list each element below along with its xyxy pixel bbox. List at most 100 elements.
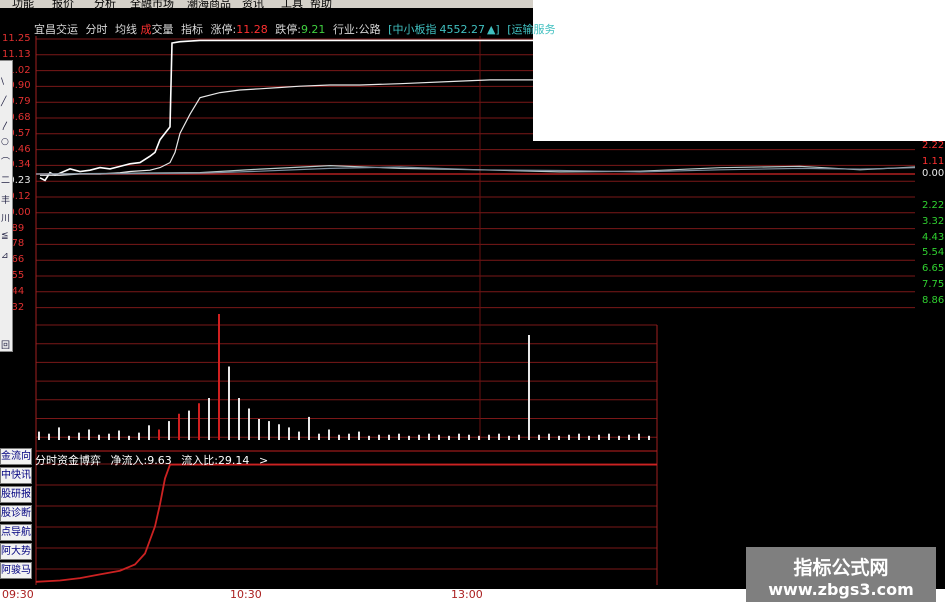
capital-flow-header: 分时资金博弈 净流入:9.63 流入比:29.14 > [35, 452, 268, 468]
volume-bar [578, 433, 580, 440]
avg-line-label[interactable]: 均线 [115, 23, 137, 36]
volume-bar [328, 429, 330, 440]
volume-bar [278, 424, 280, 440]
volume-bar [558, 435, 560, 440]
box-tool-icon[interactable]: 回 [1, 338, 10, 351]
volume-bar [368, 435, 370, 440]
net-inflow-value: 9.63 [147, 454, 172, 467]
volume-bar [628, 434, 630, 440]
tab-market-trend[interactable]: 阿大势 [0, 543, 32, 560]
volume-bar [98, 434, 100, 440]
volume-bar [598, 434, 600, 440]
percent-tick-label: 6.65 [922, 263, 945, 275]
gann-tool-icon[interactable]: 川 [1, 211, 10, 224]
price-tick-label: 11.13 [2, 48, 31, 60]
industry-label[interactable]: 行业:公路 [333, 23, 381, 36]
volume-bar [518, 434, 520, 440]
indicator-label[interactable]: 指标 [181, 23, 203, 36]
net-inflow-label: 净流入: [110, 454, 148, 467]
index-name[interactable]: [中小板指 [388, 23, 436, 36]
volume-bar [448, 435, 450, 440]
volume-bar [318, 433, 320, 440]
tab-stock-diagnosis[interactable]: 股诊断 [0, 505, 32, 522]
volume-bar [188, 410, 190, 440]
volume-bar [488, 434, 490, 440]
capital-flow-title[interactable]: 分时资金博弈 [35, 454, 101, 467]
limit-down-label: 跌停: [275, 23, 301, 36]
tab-capital-flow[interactable]: 金流向 [0, 448, 32, 465]
volume-bar [288, 427, 290, 440]
volume-bar [638, 433, 640, 440]
time-axis-bar [0, 589, 659, 609]
volume-bar [568, 434, 570, 440]
percent-tick-label: 8.86 [922, 294, 945, 306]
triangle-tool-icon[interactable]: ⊿ [1, 251, 9, 261]
volume-bar [48, 433, 50, 440]
volume-bar [338, 434, 340, 440]
volume-bar [438, 434, 440, 440]
percent-tick-label: 7.75 [922, 279, 945, 290]
watermark-title: 指标公式网 [793, 557, 889, 579]
tab-research-report[interactable]: 股研报 [0, 486, 32, 503]
volume-bar [128, 435, 130, 440]
circle-tool-icon[interactable]: ○ [1, 137, 9, 147]
tab-navigation[interactable]: 点导航 [0, 524, 32, 541]
ray-tool-icon[interactable]: ╱ [1, 97, 6, 107]
volume-bar [398, 433, 400, 440]
volume-bar [268, 421, 270, 440]
parallel-tool-icon[interactable]: 二 [1, 173, 10, 186]
tab-dark-horse[interactable]: 阿骏马 [0, 562, 32, 579]
volume-bars [38, 314, 650, 440]
volume-bar [218, 314, 220, 440]
trading-screen: 功能 报价 分析 全融市场 潮海商品 资讯 工具 帮助 宜昌交运 分时 均线 成… [0, 0, 945, 609]
index-value: 4552.27 [439, 23, 485, 36]
volume-bar [608, 433, 610, 440]
chart-series [35, 39, 916, 583]
percent-tick-label: 2.22 [922, 200, 945, 211]
view-label[interactable]: 分时 [86, 23, 108, 36]
volume-bar [118, 430, 120, 440]
volume-bar [588, 435, 590, 440]
volume-bar [508, 435, 510, 440]
volume-bar [78, 432, 80, 440]
stock-info-bar: 宜昌交运 分时 均线 成交量 指标 涨停:11.28 跌停:9.21 行业:公路… [34, 21, 560, 37]
volume-bar [68, 435, 70, 440]
volume-bar [238, 398, 240, 440]
volume-bar [428, 433, 430, 440]
volume-bar [648, 435, 650, 440]
volume-bar [158, 429, 160, 440]
volume-bar [108, 433, 110, 440]
volume-bar [298, 431, 300, 440]
volume-bar [528, 335, 530, 440]
volume-prefix: 成 [140, 23, 152, 36]
sector-label[interactable]: [运输服务 [507, 23, 555, 36]
percent-tick-label: 5.54 [922, 247, 945, 259]
volume-bar [168, 421, 170, 440]
stock-name[interactable]: 宜昌交运 [34, 23, 78, 36]
volume-bar [198, 403, 200, 440]
channel-tool-icon[interactable]: 丰 [1, 193, 10, 206]
tab-news-flash[interactable]: 中快讯 [0, 467, 32, 484]
capital-flow-line [35, 463, 657, 583]
percent-tick-label: 0.00 [922, 168, 945, 179]
limit-up-label: 涨停: [210, 23, 237, 36]
next-arrow-icon[interactable]: > [259, 454, 268, 467]
index-line [35, 166, 916, 175]
watermark-url: www.zbgs3.com [768, 580, 914, 599]
volume-label[interactable]: 交量 [152, 23, 174, 36]
volume-bar [478, 435, 480, 440]
inflow-ratio-label: 流入比: [181, 454, 218, 467]
volume-bar [138, 432, 140, 440]
fan-tool-icon[interactable]: ≦ [1, 231, 9, 241]
arc-tool-icon[interactable]: ⌒ [1, 155, 10, 168]
line-tool-icon[interactable]: \ [1, 77, 4, 87]
time-label-1030: 10:30 [230, 588, 262, 601]
volume-bar [388, 434, 390, 440]
volume-bar [538, 434, 540, 440]
volume-bar [178, 413, 180, 440]
volume-bar [358, 431, 360, 440]
wave-tool-icon[interactable]: 〳 [1, 119, 10, 132]
watermark-banner: 指标公式网 www.zbgs3.com [746, 547, 936, 602]
intraday-chart[interactable] [0, 0, 945, 609]
volume-bar [498, 433, 500, 440]
